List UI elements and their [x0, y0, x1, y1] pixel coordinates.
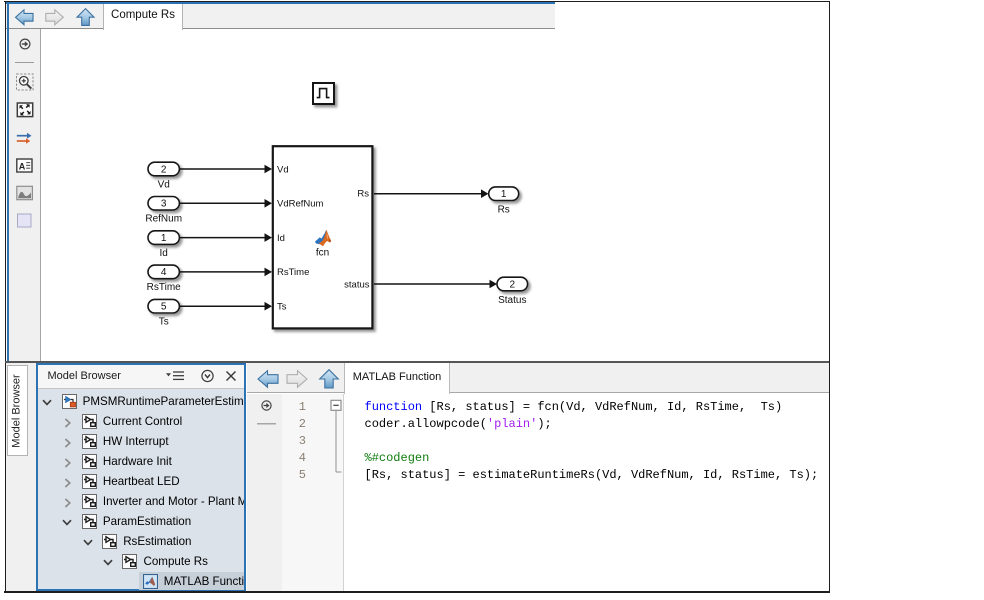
svg-text:Ts: Ts	[277, 302, 287, 313]
svg-text:Status: Status	[498, 295, 526, 306]
svg-text:fcn: fcn	[316, 248, 329, 259]
svg-text:A: A	[19, 161, 26, 171]
svg-text:RsTime: RsTime	[277, 267, 309, 278]
svg-text:VdRefNum: VdRefNum	[277, 199, 324, 210]
svg-text:4: 4	[161, 267, 167, 278]
svg-text:Id: Id	[277, 233, 285, 244]
svg-text:Vd: Vd	[277, 164, 289, 175]
svg-text:2: 2	[510, 279, 516, 290]
svg-text:RefNum: RefNum	[145, 214, 182, 225]
svg-text:Rs: Rs	[357, 188, 369, 199]
svg-text:3: 3	[161, 199, 167, 210]
svg-text:Id: Id	[160, 248, 168, 259]
svg-text:5: 5	[161, 302, 167, 313]
svg-text:1: 1	[501, 189, 507, 200]
svg-text:RsTime: RsTime	[147, 282, 182, 293]
svg-text:status: status	[344, 279, 370, 290]
svg-text:Vd: Vd	[158, 179, 170, 190]
svg-text:1: 1	[161, 233, 167, 244]
svg-text:2: 2	[161, 164, 167, 175]
svg-text:Ts: Ts	[159, 317, 169, 328]
svg-text:Rs: Rs	[498, 205, 510, 216]
